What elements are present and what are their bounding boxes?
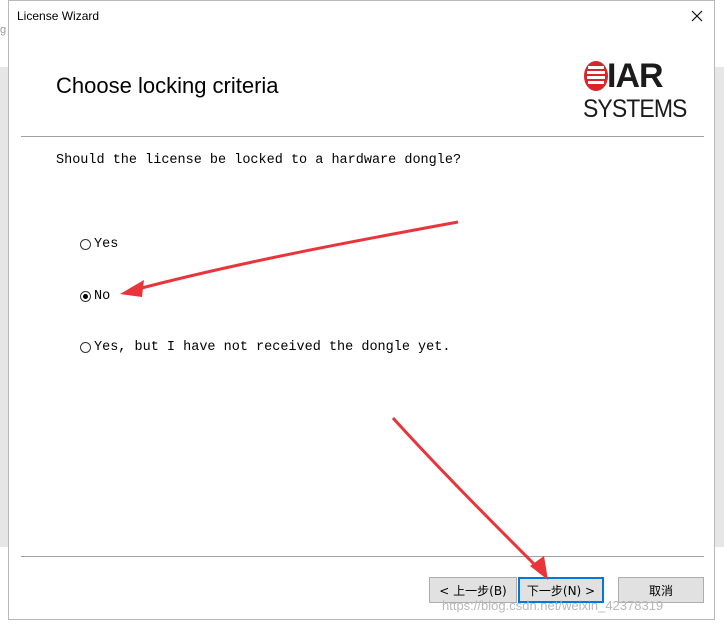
title-bar: License Wizard [9, 1, 714, 31]
header-divider [21, 136, 704, 137]
radio-option-no[interactable]: No [80, 289, 110, 304]
iar-logo-mark-icon [584, 61, 608, 91]
license-wizard-dialog: License Wizard Choose locking criteria I… [8, 0, 715, 620]
radio-option-yes[interactable]: Yes [80, 237, 118, 252]
logo-text-iar: IAR [607, 57, 664, 95]
background-window-edge-left [0, 67, 8, 547]
close-icon [691, 10, 703, 22]
radio-button-yes[interactable] [80, 239, 91, 250]
radio-option-not-received[interactable]: Yes, but I have not received the dongle … [80, 340, 450, 355]
radio-button-no[interactable] [80, 291, 91, 302]
radio-label-not-received: Yes, but I have not received the dongle … [94, 340, 451, 355]
logo-text-systems: SYSTEMS [583, 95, 687, 123]
question-text: Should the license be locked to a hardwa… [56, 153, 462, 168]
close-button[interactable] [684, 4, 710, 28]
background-window-edge-right [715, 67, 724, 547]
radio-button-not-received[interactable] [80, 342, 91, 353]
window-title: License Wizard [17, 9, 100, 23]
iar-systems-logo: IAR SYSTEMS [581, 57, 687, 126]
radio-label-no: No [94, 289, 111, 304]
footer-divider [21, 556, 704, 557]
radio-label-yes: Yes [94, 237, 119, 252]
page-title: Choose locking criteria [56, 73, 279, 98]
background-text-fragment: g [0, 24, 7, 36]
watermark-text: https://blog.csdn.net/weixin_42378319 [442, 598, 664, 613]
